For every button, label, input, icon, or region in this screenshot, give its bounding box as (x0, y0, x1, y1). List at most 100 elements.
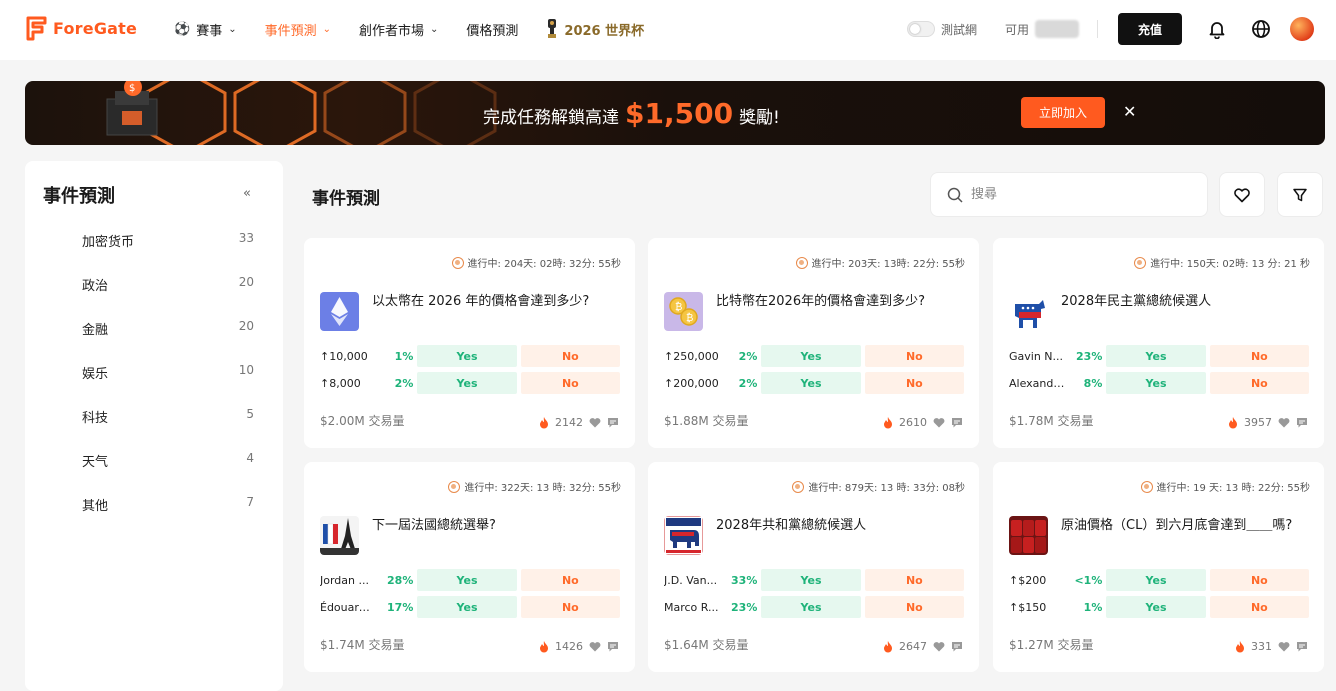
category-label: 其他 (82, 499, 109, 514)
status-clock-icon (448, 480, 461, 493)
foregate-logo[interactable]: ForeGate (26, 16, 137, 41)
popularity-count: 2610 (899, 416, 927, 429)
outcome-row: ↑10,000 1% Yes No (320, 345, 620, 367)
market-question[interactable]: 2028年民主黨總統候選人 (1061, 291, 1311, 312)
no-button[interactable]: No (864, 372, 964, 394)
popularity-count: 331 (1251, 640, 1272, 653)
sidebar-item-weather[interactable]: 天气 4 (82, 451, 254, 495)
category-count: 5 (246, 407, 254, 421)
no-button[interactable]: No (864, 569, 964, 591)
no-button[interactable]: No (1209, 345, 1309, 367)
comment-icon[interactable] (1296, 417, 1308, 428)
card-meta: 331 (1235, 640, 1308, 653)
yes-button[interactable]: Yes (1106, 596, 1206, 618)
heart-icon[interactable] (933, 641, 945, 652)
testnet-toggle[interactable] (906, 21, 935, 37)
heart-icon[interactable] (933, 417, 945, 428)
trading-volume: $1.78M 交易量 (1009, 414, 1094, 428)
card-meta: 2610 (883, 416, 963, 429)
outcome-name: Jordan ... (320, 573, 369, 587)
prediction-card[interactable]: 進行中: 879天: 13 時: 33分: 08秒 2028年共和黨總統候選人 J… (648, 462, 979, 672)
yes-button[interactable]: Yes (417, 345, 517, 367)
no-button[interactable]: No (520, 372, 620, 394)
market-question[interactable]: 2028年共和黨總統候選人 (716, 515, 966, 536)
comment-icon[interactable] (951, 641, 963, 652)
no-button[interactable]: No (1209, 569, 1309, 591)
comment-icon[interactable] (1296, 641, 1308, 652)
main-nav: ⚽ 賽事 ⌄ 事件預測 ⌄ 創作者市場 ⌄ 價格預測 2026 世界杯 (174, 19, 672, 39)
prediction-card[interactable]: 進行中: 322天: 13 時: 32分: 55秒下一屆法國總統選舉? Jord… (304, 462, 635, 672)
favorites-button[interactable] (1219, 172, 1265, 217)
yes-button[interactable]: Yes (761, 345, 861, 367)
collapse-sidebar-icon[interactable]: « (243, 186, 251, 201)
outcome-probability: 28% (387, 573, 414, 587)
yes-button[interactable]: Yes (761, 596, 861, 618)
no-button[interactable]: No (520, 596, 620, 618)
comment-icon[interactable] (607, 641, 619, 652)
sidebar-item-tech[interactable]: 科技 5 (82, 407, 254, 451)
user-avatar[interactable] (1290, 17, 1314, 41)
search-input[interactable] (971, 187, 1191, 202)
heart-icon[interactable] (589, 417, 601, 428)
filter-icon (1293, 188, 1307, 201)
no-button[interactable]: No (864, 596, 964, 618)
market-question[interactable]: 以太幣在 2026 年的價格會達到多少? (372, 291, 622, 312)
comment-icon[interactable] (607, 417, 619, 428)
yes-button[interactable]: Yes (417, 569, 517, 591)
market-question[interactable]: 下一屆法國總統選舉? (372, 515, 622, 536)
nav-item-creator-market[interactable]: 創作者市場 ⌄ (359, 19, 438, 39)
yes-button[interactable]: Yes (417, 372, 517, 394)
nav-item-world-cup[interactable]: 2026 世界杯 (546, 19, 644, 39)
category-label: 政治 (82, 279, 109, 294)
category-sidebar: 事件預測 « 加密货币 33 政治 20 金融 20 娱乐 10 科技 5 天气… (25, 161, 283, 691)
sidebar-item-crypto[interactable]: 加密货币 33 (82, 231, 254, 275)
filter-button[interactable] (1277, 172, 1323, 217)
heart-icon[interactable] (1278, 641, 1290, 652)
no-button[interactable]: No (1209, 596, 1309, 618)
sidebar-item-finance[interactable]: 金融 20 (82, 319, 254, 363)
yes-button[interactable]: Yes (1106, 372, 1206, 394)
yes-button[interactable]: Yes (761, 372, 861, 394)
prediction-card[interactable]: 進行中: 150天: 02時: 13 分: 21 秒 2028年民主黨總統候選人 … (993, 238, 1324, 448)
prediction-card[interactable]: 進行中: 203天: 13時: 22分: 55秒 ₿ ₿ 比特幣在2026年的價格會達… (648, 238, 979, 448)
join-now-button[interactable]: 立即加入 (1021, 97, 1105, 128)
globe-language-icon[interactable] (1246, 14, 1276, 44)
comment-icon[interactable] (951, 417, 963, 428)
notification-bell-icon[interactable] (1202, 14, 1232, 44)
yes-button[interactable]: Yes (1106, 345, 1206, 367)
sidebar-item-politics[interactable]: 政治 20 (82, 275, 254, 319)
outcome-name: ↑250,000 (664, 349, 719, 363)
sidebar-item-other[interactable]: 其他 7 (82, 495, 254, 539)
sidebar-item-entertainment[interactable]: 娱乐 10 (82, 363, 254, 407)
card-meta: 2142 (539, 416, 619, 429)
charge-button[interactable]: 充值 (1118, 13, 1182, 45)
trading-volume: $1.88M 交易量 (664, 414, 749, 428)
countdown-text: 進行中: 322天: 13 時: 32分: 55秒 (464, 483, 621, 494)
yes-button[interactable]: Yes (761, 569, 861, 591)
category-count: 20 (238, 319, 254, 333)
popularity-count: 1426 (555, 640, 583, 653)
heart-icon[interactable] (589, 641, 601, 652)
yes-button[interactable]: Yes (1106, 569, 1206, 591)
countdown-status: 進行中: 879天: 13 時: 33分: 08秒 (792, 479, 965, 494)
category-count: 33 (238, 231, 254, 245)
prediction-card[interactable]: 進行中: 204天: 02時: 32分: 55秒 以太幣在 2026 年的價格會達… (304, 238, 635, 448)
no-button[interactable]: No (864, 345, 964, 367)
no-button[interactable]: No (520, 345, 620, 367)
heart-icon[interactable] (1278, 417, 1290, 428)
nav-label: 2026 世界杯 (564, 23, 645, 39)
no-button[interactable]: No (520, 569, 620, 591)
close-icon[interactable]: ✕ (1123, 102, 1136, 121)
no-button[interactable]: No (1209, 372, 1309, 394)
nav-item-price-prediction[interactable]: 價格預測 (466, 19, 518, 39)
yes-button[interactable]: Yes (417, 596, 517, 618)
market-question[interactable]: 原油價格（CL）到六月底會達到＿＿嗎? (1061, 515, 1311, 536)
nav-item-events[interactable]: ⚽ 賽事 ⌄ (174, 19, 237, 39)
trading-volume: $1.64M 交易量 (664, 638, 749, 652)
prediction-card[interactable]: 進行中: 19 天: 13 時: 22分: 55秒 原油價格（CL）到六月底會達到… (993, 462, 1324, 672)
card-meta: 1426 (539, 640, 619, 653)
chevron-down-icon: ⌄ (228, 23, 237, 35)
nav-item-event-prediction[interactable]: 事件預測 ⌄ (265, 19, 331, 39)
market-question[interactable]: 比特幣在2026年的價格會達到多少? (716, 291, 966, 312)
outcome-probability: 23% (731, 600, 758, 614)
